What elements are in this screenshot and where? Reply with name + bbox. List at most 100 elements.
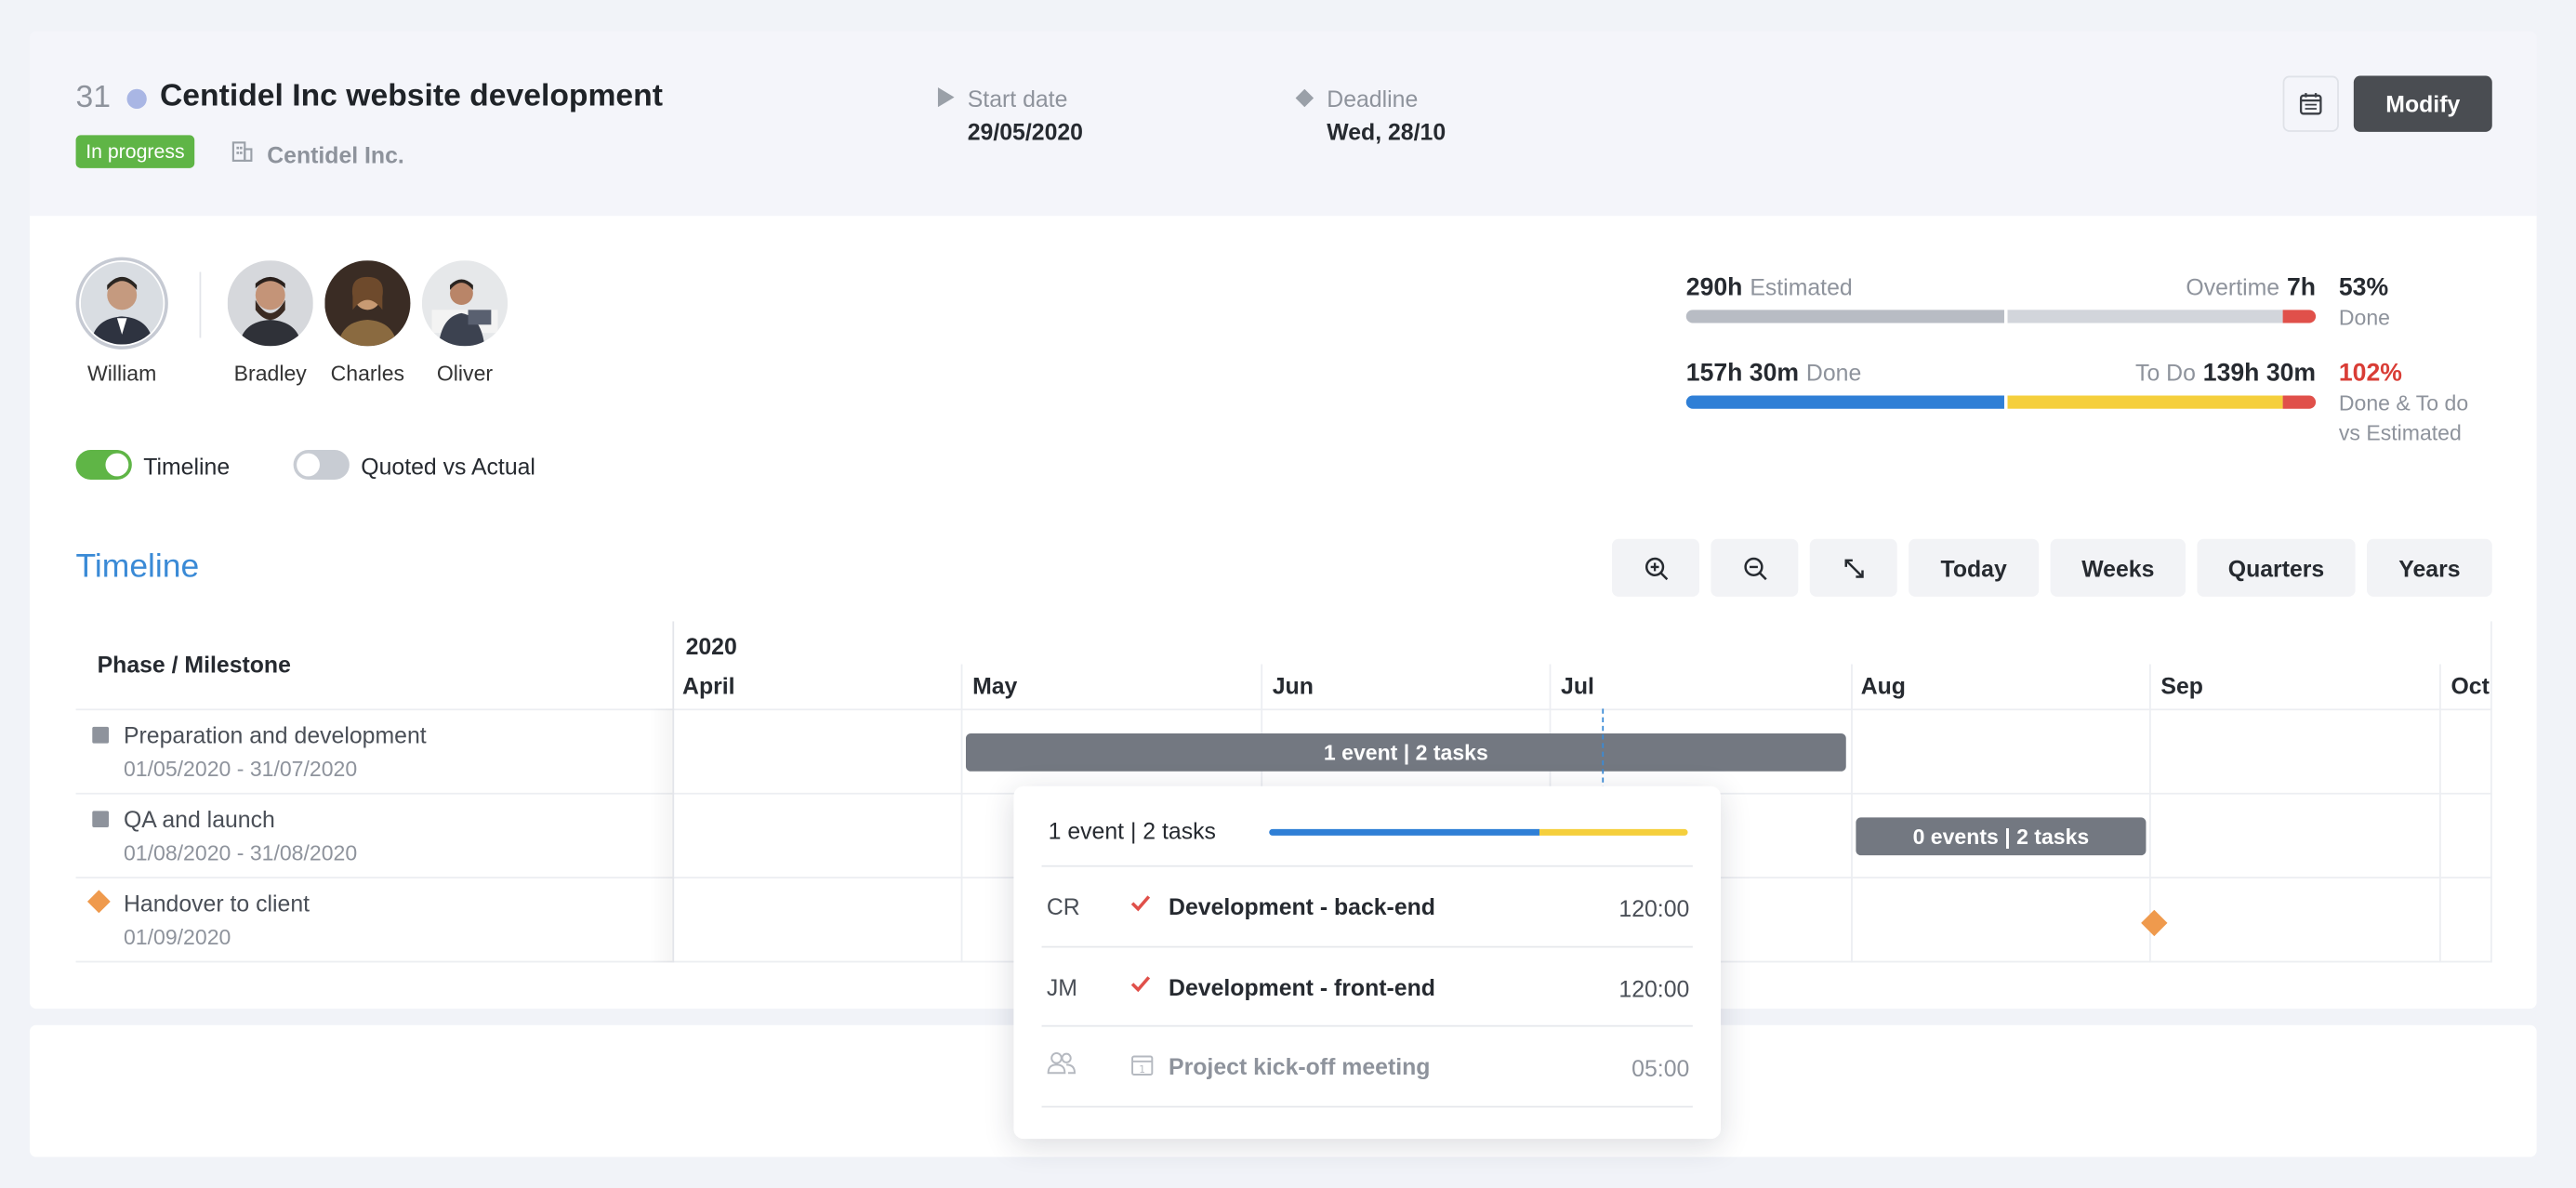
member-name: Charles: [330, 361, 405, 386]
column-header: Phase / Milestone: [97, 651, 291, 678]
project-header: [29, 31, 2537, 217]
month-label: Sep: [2160, 672, 2203, 699]
timeline-toggle-label: Timeline: [143, 453, 231, 480]
done-percent-label: Done: [2338, 305, 2390, 330]
milestone-marker[interactable]: [2141, 909, 2168, 937]
today-button[interactable]: Today: [1909, 538, 2040, 597]
phase-square-icon: [92, 726, 110, 744]
phase-name[interactable]: Preparation and development: [124, 722, 427, 748]
calendar-button[interactable]: [2282, 75, 2339, 132]
todo-value: 139h 30m: [2202, 359, 2317, 388]
timeline-title: Timeline: [75, 548, 200, 586]
popup-summary: 1 event | 2 tasks: [1048, 817, 1216, 844]
milestone-name[interactable]: Handover to client: [124, 890, 310, 916]
month-label: May: [972, 672, 1018, 699]
calendar-event-icon: 1: [1131, 1055, 1154, 1076]
play-icon: [937, 86, 955, 108]
phase-dates: 01/08/2020 - 31/08/2020: [123, 840, 358, 865]
quarters-button[interactable]: Quarters: [2197, 538, 2356, 597]
timeline-toggle[interactable]: [75, 450, 132, 480]
assignee-initials: CR: [1046, 892, 1080, 920]
quoted-actual-toggle[interactable]: [293, 450, 350, 480]
start-date-value: 29/05/2020: [967, 118, 1083, 146]
overtime-stat: Overtime 7h: [2181, 273, 2316, 303]
weeks-button[interactable]: Weeks: [2050, 538, 2186, 597]
month-label: Jun: [1272, 672, 1314, 699]
done-percent: 53%: [2338, 273, 2389, 302]
check-icon: [1130, 895, 1151, 912]
people-icon: [1047, 1051, 1076, 1075]
month-label: Jul: [1561, 672, 1594, 699]
done-stat: 157h 30m Done: [1686, 360, 1861, 389]
client-name: Centidel Inc.: [267, 141, 404, 168]
owner-avatar[interactable]: [75, 257, 168, 350]
calendar-icon: [2299, 93, 2322, 115]
zoom-out-button[interactable]: [1711, 538, 1799, 597]
team-divider: [199, 271, 202, 338]
project-id: 31: [75, 80, 112, 116]
member-name: Bradley: [233, 361, 307, 386]
phase-dates: 01/05/2020 - 31/07/2020: [123, 756, 358, 782]
phase-bar[interactable]: 0 events | 2 tasks: [1856, 817, 2147, 856]
owner-name: William: [87, 361, 157, 386]
done-value: 157h 30m: [1685, 359, 1800, 388]
project-title: Centidel Inc website development: [159, 79, 663, 114]
fit-button[interactable]: [1809, 538, 1897, 597]
todo-stat: To Do 139h 30m: [2028, 360, 2316, 389]
milestone-date: 01/09/2020: [123, 924, 231, 950]
quoted-actual-toggle-label: Quoted vs Actual: [361, 453, 535, 480]
popup-progress-bar: [1269, 828, 1688, 836]
start-date-label: Start date: [967, 86, 1068, 112]
total-percent: 102%: [2338, 359, 2402, 388]
total-percent-label: vs Estimated: [2338, 420, 2462, 445]
expand-icon: [1843, 558, 1863, 577]
assignee-initials: JM: [1046, 973, 1077, 1001]
month-label: April: [682, 672, 735, 699]
overtime-value: 7h: [2287, 273, 2317, 302]
diamond-icon: [1295, 88, 1314, 108]
check-icon: [1130, 976, 1151, 993]
popup-task-row[interactable]: CR Development - back-end 120:00: [1041, 865, 1693, 946]
event-time: 05:00: [1631, 1054, 1690, 1082]
phase-details-popup: 1 event | 2 tasks CR Development - back-…: [1013, 785, 1722, 1140]
deadline-value: Wed, 28/10: [1327, 118, 1447, 146]
total-percent-label: Done & To do: [2338, 390, 2469, 416]
task-time: 120:00: [1618, 975, 1690, 1002]
task-time: 120:00: [1618, 894, 1690, 922]
today-marker: [1602, 708, 1605, 792]
month-label: Aug: [1860, 672, 1906, 699]
building-icon: [231, 141, 253, 162]
popup-task-row[interactable]: JM Development - front-end 120:00: [1041, 945, 1693, 1027]
done-todo-progress-bar: [1685, 395, 2317, 409]
member-avatar[interactable]: [227, 260, 313, 347]
years-button[interactable]: Years: [2367, 538, 2492, 597]
task-name: Development - back-end: [1169, 892, 1435, 920]
phase-name[interactable]: QA and launch: [124, 806, 275, 832]
status-badge: In progress: [75, 135, 195, 168]
estimated-value: 290h: [1685, 273, 1743, 302]
overtime-label: Overtime: [2186, 273, 2280, 300]
month-label: Oct: [2451, 672, 2490, 699]
zoom-in-icon: [1645, 556, 1668, 580]
zoom-in-button[interactable]: [1611, 538, 1699, 597]
task-name: Development - front-end: [1169, 973, 1435, 1001]
estimated-progress-bar: [1685, 310, 2317, 323]
deadline-label: Deadline: [1327, 86, 1419, 112]
member-name: Oliver: [436, 361, 494, 386]
year-label: 2020: [685, 632, 737, 660]
phase-bar[interactable]: 1 event | 2 tasks: [965, 733, 1846, 772]
todo-label: To Do: [2135, 359, 2196, 386]
phase-square-icon: [92, 811, 110, 828]
svg-text:1: 1: [1139, 1063, 1145, 1076]
popup-event-row[interactable]: 1 Project kick-off meeting 05:00: [1041, 1024, 1693, 1108]
event-name: Project kick-off meeting: [1169, 1052, 1431, 1080]
done-label: Done: [1805, 359, 1862, 386]
estimated-label: Estimated: [1750, 273, 1853, 300]
member-avatar[interactable]: [421, 260, 509, 347]
member-avatar[interactable]: [324, 260, 411, 347]
modify-button[interactable]: Modify: [2353, 75, 2492, 132]
milestone-diamond-icon: [86, 890, 111, 914]
zoom-out-icon: [1743, 556, 1766, 580]
project-color-dot: [126, 88, 147, 110]
estimated-stat: 290h Estimated: [1686, 273, 1853, 303]
